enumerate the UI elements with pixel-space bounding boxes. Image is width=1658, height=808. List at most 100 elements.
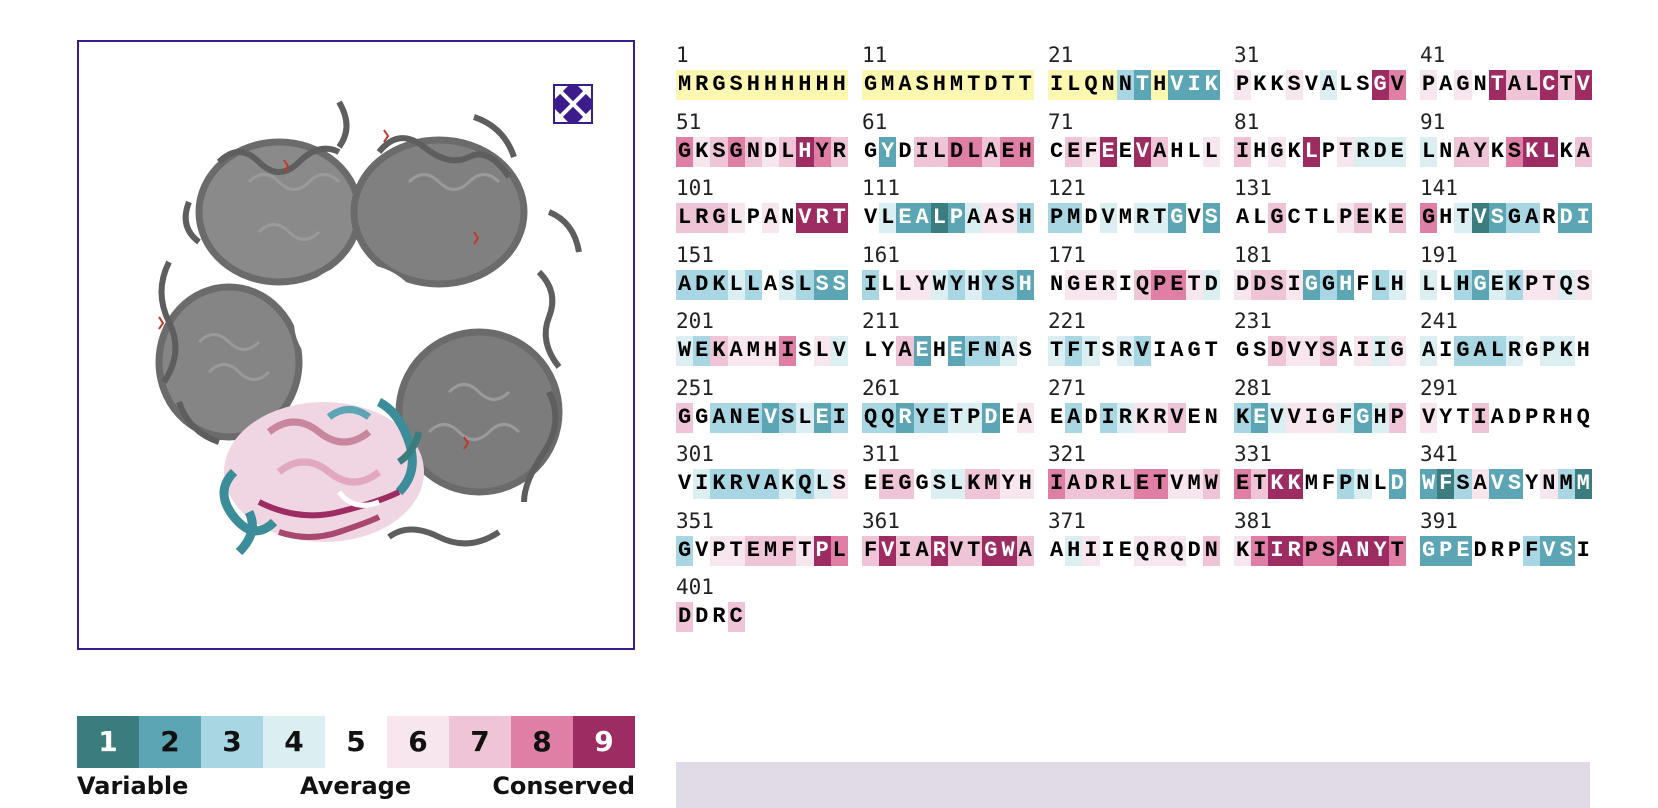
residue[interactable]: G — [1454, 336, 1472, 366]
residue[interactable]: Q — [862, 402, 880, 433]
residue[interactable]: E — [896, 203, 914, 233]
residue[interactable]: L — [1202, 136, 1220, 167]
residue[interactable]: N — [727, 402, 745, 433]
residue[interactable]: A — [999, 336, 1017, 366]
residue[interactable]: E — [913, 336, 931, 366]
residue[interactable]: I — [1185, 70, 1203, 100]
residue[interactable]: K — [1488, 136, 1506, 167]
residue[interactable]: I — [1302, 402, 1320, 433]
residue[interactable]: N — [1116, 70, 1134, 100]
residue[interactable]: V — [1133, 136, 1152, 167]
residue[interactable]: G — [982, 535, 1000, 566]
residue[interactable]: S — [999, 203, 1017, 233]
residue[interactable]: T — [830, 203, 848, 233]
residue[interactable]: E — [947, 336, 966, 366]
residue[interactable]: L — [727, 203, 745, 233]
residue[interactable]: S — [727, 70, 745, 100]
residue[interactable]: I — [1151, 336, 1169, 366]
residue[interactable]: S — [1557, 535, 1575, 566]
residue[interactable]: D — [1185, 535, 1203, 566]
residue[interactable]: R — [1540, 402, 1558, 433]
residue[interactable]: I — [1285, 269, 1303, 300]
residue[interactable]: L — [1337, 70, 1355, 100]
residue[interactable]: A — [761, 269, 780, 300]
residue[interactable]: E — [693, 336, 711, 366]
residue[interactable]: I — [862, 269, 880, 300]
residue[interactable]: P — [744, 203, 762, 233]
residue[interactable]: E — [1133, 469, 1152, 499]
residue[interactable]: E — [1234, 469, 1252, 499]
residue[interactable]: P — [1505, 535, 1524, 566]
residue[interactable]: R — [1133, 203, 1152, 233]
residue[interactable]: N — [982, 336, 1000, 366]
residue[interactable]: A — [1016, 535, 1034, 566]
residue[interactable]: L — [1065, 70, 1083, 100]
residue[interactable]: L — [879, 269, 897, 300]
residue[interactable]: A — [1234, 203, 1252, 233]
residue[interactable]: G — [1420, 203, 1438, 233]
residue[interactable]: E — [744, 535, 762, 566]
residue[interactable]: H — [1251, 136, 1269, 167]
residue[interactable]: L — [796, 269, 814, 300]
residue[interactable]: E — [1251, 402, 1269, 433]
residue[interactable]: Q — [879, 402, 897, 433]
residue[interactable]: T — [1185, 269, 1203, 300]
residue[interactable]: R — [1285, 535, 1303, 566]
residue[interactable]: F — [1082, 136, 1100, 167]
residue[interactable]: C — [727, 602, 745, 632]
residue[interactable]: W — [930, 269, 948, 300]
residue[interactable]: R — [1505, 336, 1524, 366]
residue[interactable]: I — [779, 336, 797, 366]
residue[interactable]: G — [1168, 203, 1186, 233]
residue[interactable]: A — [1016, 402, 1034, 433]
residue[interactable]: Q — [1133, 535, 1152, 566]
residue[interactable]: A — [982, 203, 1000, 233]
residue[interactable]: T — [1016, 70, 1034, 100]
residue[interactable]: E — [744, 402, 762, 433]
residue[interactable]: R — [896, 402, 914, 433]
residue[interactable]: I — [1354, 336, 1372, 366]
residue[interactable]: K — [710, 269, 728, 300]
residue[interactable]: V — [693, 535, 711, 566]
residue[interactable]: V — [1099, 203, 1117, 233]
residue[interactable]: I — [1574, 203, 1592, 233]
residue[interactable]: K — [1371, 203, 1389, 233]
residue[interactable]: K — [1557, 336, 1575, 366]
residue[interactable]: S — [1505, 469, 1524, 499]
residue[interactable]: G — [862, 136, 880, 167]
residue[interactable]: R — [1116, 402, 1134, 433]
residue[interactable]: I — [1116, 269, 1134, 300]
residue[interactable]: Y — [1523, 469, 1541, 499]
residue[interactable]: N — [1099, 70, 1117, 100]
residue[interactable]: G — [1354, 402, 1372, 433]
residue[interactable]: G — [1319, 402, 1338, 433]
residue[interactable]: D — [761, 136, 780, 167]
residue[interactable]: K — [1251, 70, 1269, 100]
residue[interactable]: I — [896, 535, 914, 566]
residue[interactable]: I — [693, 469, 711, 499]
residue[interactable]: E — [1454, 535, 1472, 566]
residue[interactable]: A — [1151, 136, 1169, 167]
residue[interactable]: S — [1354, 70, 1372, 100]
residue[interactable]: K — [1285, 469, 1303, 499]
residue[interactable]: H — [761, 70, 780, 100]
residue[interactable]: R — [727, 469, 745, 499]
residue[interactable]: P — [710, 535, 728, 566]
residue[interactable]: K — [1202, 70, 1220, 100]
residue[interactable]: T — [727, 535, 745, 566]
residue[interactable]: A — [1574, 136, 1592, 167]
residue[interactable]: A — [965, 203, 983, 233]
residue[interactable]: I — [1048, 469, 1066, 499]
residue[interactable]: N — [1202, 402, 1220, 433]
residue[interactable]: G — [1268, 203, 1286, 233]
residue[interactable]: S — [1319, 535, 1338, 566]
residue[interactable]: A — [982, 136, 1000, 167]
residue[interactable]: D — [947, 136, 966, 167]
residue[interactable]: M — [744, 336, 762, 366]
residue[interactable]: S — [830, 269, 848, 300]
residue[interactable]: V — [1268, 402, 1286, 433]
residue[interactable]: H — [796, 136, 814, 167]
residue[interactable]: S — [999, 269, 1017, 300]
residue[interactable]: L — [1319, 203, 1338, 233]
residue[interactable]: L — [1420, 136, 1438, 167]
